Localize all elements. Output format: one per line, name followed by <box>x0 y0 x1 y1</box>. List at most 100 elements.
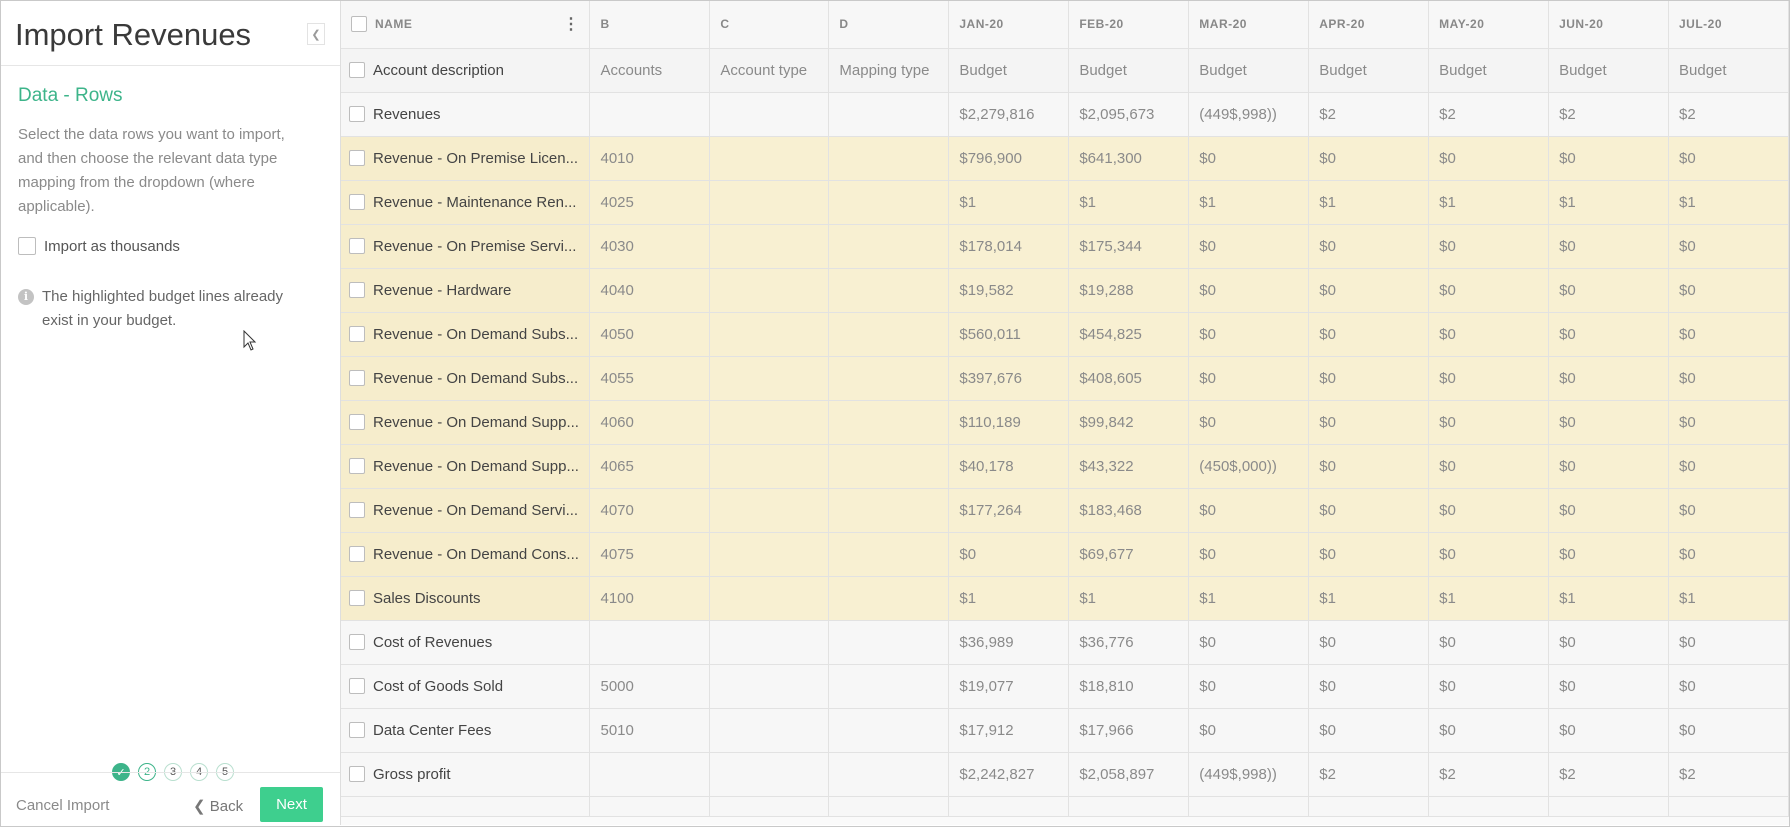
table-cell[interactable]: $408,605 <box>1068 356 1190 401</box>
next-button[interactable]: Next <box>260 787 323 822</box>
table-cell-name[interactable]: Revenue - On Demand Servi... <box>341 488 591 533</box>
table-cell[interactable]: $0 <box>1668 532 1789 577</box>
table-cell[interactable]: Budget <box>1068 48 1190 93</box>
table-cell[interactable]: 4065 <box>589 444 711 489</box>
table-cell[interactable]: $1 <box>1428 576 1550 621</box>
row-checkbox[interactable] <box>349 326 365 342</box>
row-checkbox[interactable] <box>349 106 365 122</box>
table-cell-name[interactable]: Sales Discounts <box>341 576 591 621</box>
table-cell[interactable]: 4060 <box>589 400 711 445</box>
table-cell[interactable] <box>709 532 830 577</box>
table-cell[interactable]: $0 <box>1188 356 1310 401</box>
table-cell[interactable]: $17,966 <box>1068 708 1190 753</box>
table-cell[interactable]: $0 <box>1668 444 1789 489</box>
row-checkbox[interactable] <box>349 150 365 166</box>
row-checkbox[interactable] <box>349 370 365 386</box>
table-row[interactable]: Cost of Revenues $36,989 $36,776 $0 $0 $0 $0 $0 <box>341 620 1789 665</box>
table-cell[interactable]: Budget <box>1188 48 1310 93</box>
table-cell[interactable]: $0 <box>1188 708 1310 753</box>
table-cell-name[interactable]: Revenue - On Demand Supp... <box>341 400 591 445</box>
import-as-thousands-checkbox[interactable] <box>18 237 36 255</box>
table-cell[interactable]: $99,842 <box>1068 400 1190 445</box>
table-cell[interactable]: $0 <box>1668 224 1789 269</box>
table-row[interactable]: Data Center Fees 5010 $17,912 $17,966 $0 $0 $0… <box>341 708 1789 753</box>
column-header[interactable]: C <box>709 1 830 49</box>
table-cell[interactable]: $0 <box>1668 268 1789 313</box>
table-cell[interactable] <box>828 620 950 665</box>
table-cell[interactable]: $2,058,897 <box>1068 752 1190 797</box>
table-cell[interactable]: $2 <box>1428 752 1550 797</box>
table-cell[interactable]: Mapping type <box>828 48 950 93</box>
row-checkbox[interactable] <box>349 546 365 562</box>
table-cell[interactable] <box>709 92 830 137</box>
table-cell[interactable]: $796,900 <box>948 136 1070 181</box>
table-cell[interactable]: $19,288 <box>1068 268 1190 313</box>
table-cell[interactable]: $0 <box>1188 224 1310 269</box>
table-cell[interactable]: $0 <box>1548 224 1669 269</box>
table-cell-name[interactable]: Revenue - On Demand Subs... <box>341 312 591 357</box>
table-cell[interactable]: Budget <box>1428 48 1550 93</box>
column-header[interactable]: MAR-20 <box>1188 1 1310 49</box>
table-cell[interactable] <box>709 444 830 489</box>
table-cell[interactable]: 4025 <box>589 180 711 225</box>
table-cell[interactable]: $0 <box>1428 620 1550 665</box>
table-row[interactable]: Revenue - On Demand Cons... 4075 $0 $69,677… <box>341 532 1789 577</box>
table-cell[interactable]: $0 <box>1548 708 1669 753</box>
table-row[interactable]: Revenue - On Demand Subs... 4055 $397,676 $… <box>341 356 1789 401</box>
row-checkbox[interactable] <box>349 766 365 782</box>
table-cell[interactable]: $0 <box>1668 620 1789 665</box>
table-cell[interactable]: $0 <box>1428 444 1550 489</box>
table-cell[interactable]: $110,189 <box>948 400 1070 445</box>
table-cell[interactable]: $2 <box>1308 92 1430 137</box>
table-cell[interactable]: $0 <box>1308 532 1430 577</box>
table-cell[interactable]: $36,776 <box>1068 620 1190 665</box>
table-cell[interactable]: $2 <box>1548 92 1669 137</box>
table-cell[interactable]: $43,322 <box>1068 444 1190 489</box>
row-checkbox[interactable] <box>349 722 365 738</box>
table-cell[interactable] <box>828 576 950 621</box>
table-cell[interactable] <box>709 576 830 621</box>
table-cell[interactable]: $0 <box>1308 224 1430 269</box>
column-header[interactable]: D <box>828 1 950 49</box>
table-cell[interactable]: $0 <box>1428 268 1550 313</box>
table-cell[interactable]: $1 <box>1308 576 1430 621</box>
table-cell-name[interactable]: Revenues <box>341 92 591 137</box>
table-cell[interactable]: 4055 <box>589 356 711 401</box>
table-cell[interactable]: 4070 <box>589 488 711 533</box>
table-cell[interactable]: $0 <box>1188 136 1310 181</box>
table-cell-name[interactable]: Revenue - On Premise Servi... <box>341 224 591 269</box>
table-cell-name[interactable]: Account description <box>341 48 591 93</box>
table-cell[interactable] <box>589 92 711 137</box>
table-cell[interactable]: $1 <box>1548 180 1669 225</box>
table-cell[interactable] <box>828 752 950 797</box>
table-cell[interactable]: $2,242,827 <box>948 752 1070 797</box>
table-cell[interactable]: $0 <box>1308 664 1430 709</box>
table-cell[interactable]: $0 <box>1668 708 1789 753</box>
table-cell[interactable]: $36,989 <box>948 620 1070 665</box>
table-cell[interactable]: $0 <box>1548 312 1669 357</box>
vertical-dots-icon[interactable]: ⋮ <box>563 14 580 34</box>
table-cell[interactable] <box>709 224 830 269</box>
table-cell[interactable]: Budget <box>948 48 1070 93</box>
table-cell[interactable] <box>709 620 830 665</box>
column-header[interactable]: APR-20 <box>1308 1 1430 49</box>
table-cell[interactable]: $0 <box>1308 312 1430 357</box>
table-cell[interactable]: $1 <box>1428 180 1550 225</box>
table-cell[interactable]: (449$,998)) <box>1188 752 1310 797</box>
table-cell[interactable]: $0 <box>1428 136 1550 181</box>
column-header[interactable]: JAN-20 <box>948 1 1070 49</box>
column-header[interactable]: B <box>589 1 711 49</box>
table-cell[interactable]: $0 <box>1308 620 1430 665</box>
table-cell[interactable]: $0 <box>1548 532 1669 577</box>
table-cell[interactable]: $0 <box>1428 356 1550 401</box>
table-cell[interactable]: 4100 <box>589 576 711 621</box>
table-cell-name[interactable]: Revenue - On Demand Subs... <box>341 356 591 401</box>
table-cell-name[interactable]: Revenue - Maintenance Ren... <box>341 180 591 225</box>
table-cell[interactable]: $0 <box>1188 664 1310 709</box>
table-row[interactable]: Revenue - Hardware 4040 $19,582 $19,288 $0 $0… <box>341 268 1789 313</box>
table-cell[interactable]: $0 <box>1188 268 1310 313</box>
table-cell[interactable] <box>709 312 830 357</box>
table-cell[interactable]: $0 <box>1428 708 1550 753</box>
table-cell[interactable]: $1 <box>1068 180 1190 225</box>
table-cell[interactable]: $0 <box>1308 708 1430 753</box>
